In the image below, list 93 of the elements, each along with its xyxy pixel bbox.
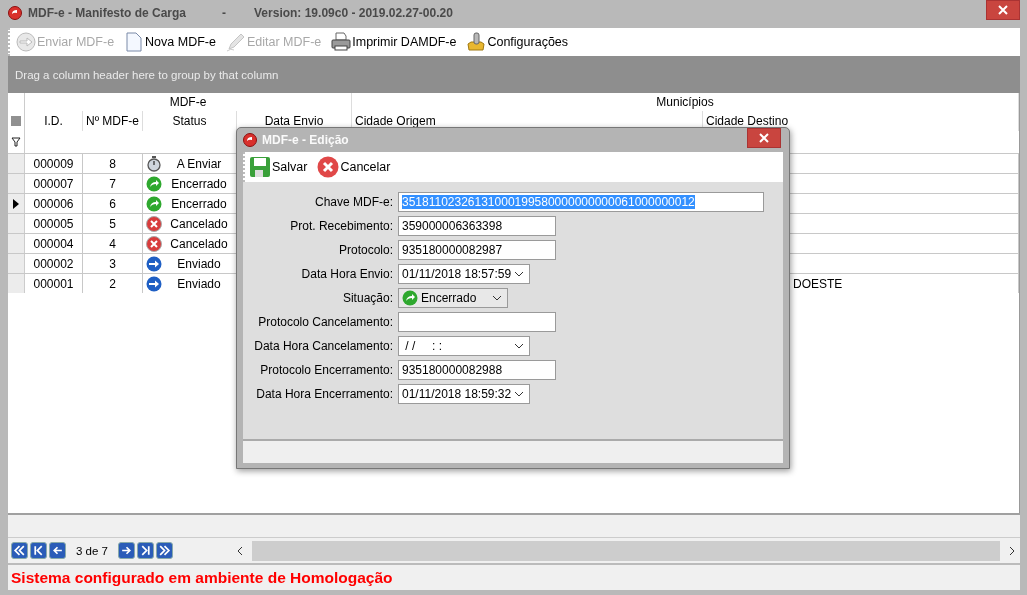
table-cell: 000002 (33, 256, 74, 271)
date-picker[interactable]: 01/11/2018 18:59:32 (398, 384, 530, 404)
field-label: Protocolo: (337, 243, 394, 257)
date-picker[interactable]: 01/11/2018 18:57:59 (398, 264, 530, 284)
table-cell: 2 (109, 276, 116, 291)
close-icon (998, 5, 1008, 15)
chevron-right-icon[interactable] (1008, 545, 1016, 556)
status-dropdown[interactable]: Encerrado (398, 288, 508, 308)
right-arrow-icon (120, 544, 133, 557)
table-cell-text: DOESTE (792, 276, 843, 291)
double-chevron-left-icon (13, 544, 26, 557)
skip-forward-icon (139, 544, 152, 557)
page-indicator: 3 de 7 (75, 544, 109, 557)
table-cell: 4 (109, 236, 116, 251)
table-cell-text: Cancelado (169, 216, 229, 231)
field-label: Chave MDF-e: (313, 195, 394, 209)
text-field[interactable]: 935180000082987 (398, 240, 556, 260)
table-cell: 000004 (33, 236, 74, 251)
stopwatch-icon (146, 155, 162, 172)
app-logo-icon (8, 6, 22, 20)
chevron-down-icon (492, 295, 502, 301)
previous-page-button[interactable] (30, 542, 47, 559)
column-header[interactable]: Nº MDF-e (85, 114, 139, 128)
window-title: MDF-e - Manifesto de Carga (28, 6, 186, 20)
toolbar-button[interactable]: Configurações (466, 32, 569, 52)
band-header[interactable]: Municípios (656, 95, 714, 109)
text-field[interactable]: 359000006363398 (398, 216, 556, 236)
last-button[interactable] (156, 542, 173, 559)
skip-back-icon (32, 544, 45, 557)
chevron-down-icon (514, 271, 524, 277)
row-pointer-icon (13, 198, 19, 209)
title-separator: - (222, 6, 226, 20)
save-button[interactable]: Salvar (249, 156, 308, 178)
field-label: Protocolo Encerramento: (259, 363, 394, 377)
version-text: Version: 19.09c0 - 2019.02.27-00.20 (254, 6, 453, 20)
next-page-button[interactable] (137, 542, 154, 559)
table-cell: 000005 (33, 216, 74, 231)
field-label: Prot. Recebimento: (289, 219, 394, 233)
row-indicator[interactable] (8, 194, 25, 213)
table-cell: 6 (109, 196, 116, 211)
table-cell: 000007 (33, 176, 74, 191)
x-circle-icon (317, 156, 340, 178)
printer-icon (331, 32, 352, 52)
text-field[interactable] (398, 312, 556, 332)
column-header[interactable]: Cidade Origem (355, 114, 436, 128)
column-header[interactable]: Data Envio (264, 114, 324, 128)
group-hint: Drag a column header here to group by that column (15, 68, 279, 81)
column-header[interactable]: I.D. (44, 114, 63, 128)
next-button[interactable] (118, 542, 135, 559)
column-header[interactable]: Status (172, 114, 207, 128)
field-label: Data Hora Envio: (300, 267, 394, 281)
previous-button[interactable] (49, 542, 66, 559)
table-cell: 7 (109, 176, 116, 191)
app-logo-icon (243, 133, 257, 147)
toolbar-button[interactable]: Nova MDF-e (124, 32, 216, 52)
chevron-left-icon[interactable] (236, 545, 244, 556)
pencil-icon (225, 32, 246, 52)
table-cell-text: Enviado (176, 276, 222, 291)
table-cell: 000001 (33, 276, 74, 291)
text-field[interactable]: 935180000082988 (398, 360, 556, 380)
field-label: Situação: (341, 291, 394, 305)
x-circle-icon (146, 215, 162, 232)
table-cell: 8 (109, 156, 116, 171)
filter-icon[interactable] (11, 137, 21, 147)
column-header[interactable]: Cidade Destino (706, 114, 789, 128)
table-cell-text: A Enviar (175, 156, 223, 171)
table-cell-text: Encerrado (170, 176, 228, 191)
chevron-down-icon (514, 391, 524, 397)
document-icon (124, 32, 145, 52)
table-cell: 000006 (33, 196, 74, 211)
table-cell-text: Encerrado (170, 196, 228, 211)
close-icon (759, 133, 769, 143)
double-chevron-right-icon (158, 544, 171, 557)
dialog-title: MDF-e - Edição (262, 133, 349, 147)
chevron-down-icon (514, 343, 524, 349)
table-cell: 5 (109, 216, 116, 231)
band-header[interactable]: MDF-e (169, 95, 207, 109)
close-button[interactable] (986, 0, 1020, 20)
field-label: Data Hora Encerramento: (255, 387, 394, 401)
first-button[interactable] (11, 542, 28, 559)
table-cell: 3 (109, 256, 116, 271)
date-picker[interactable]: / / : : (398, 336, 530, 356)
close-button[interactable] (747, 128, 781, 148)
table-cell-text: Enviado (176, 256, 222, 271)
table-cell-text: Cancelado (169, 236, 229, 251)
field-label: Protocolo Cancelamento: (257, 315, 394, 329)
environment-message: Sistema configurado em ambiente de Homologação (11, 568, 393, 587)
toolbar-button[interactable]: Imprimir DAMDF-e (331, 32, 457, 52)
left-arrow-icon (51, 544, 64, 557)
x-circle-icon (146, 235, 162, 252)
cancel-button[interactable]: Cancelar (317, 156, 391, 178)
field-label: Data Hora Cancelamento: (253, 339, 394, 353)
table-cell: 000009 (33, 156, 74, 171)
